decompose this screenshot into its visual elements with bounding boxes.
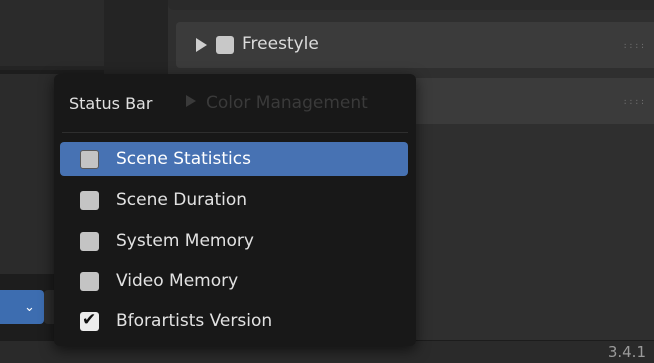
panel-label: Freestyle xyxy=(242,34,319,54)
menu-item-scene-statistics[interactable]: Scene Statistics xyxy=(60,142,408,176)
drag-grip-icon[interactable]: :::: xyxy=(623,41,646,50)
bforartists-version-checkbox[interactable]: ✔ xyxy=(80,310,99,331)
editor-type-dropdown[interactable]: ⌄ xyxy=(0,290,44,324)
menu-title: Status Bar xyxy=(69,94,153,113)
menu-item-label: Video Memory xyxy=(116,271,239,291)
freestyle-checkbox[interactable] xyxy=(216,36,234,54)
left-editor-header xyxy=(0,0,105,70)
divider xyxy=(0,66,104,70)
drag-grip-icon[interactable]: :::: xyxy=(623,97,646,106)
menu-separator xyxy=(62,132,408,133)
video-memory-checkbox[interactable] xyxy=(80,272,99,291)
menu-item-label: Scene Statistics xyxy=(116,149,251,169)
menu-item-video-memory[interactable]: Video Memory xyxy=(60,264,408,298)
version-label: 3.4.1 xyxy=(607,343,646,361)
expand-triangle-icon xyxy=(186,95,196,107)
menu-item-scene-duration[interactable]: Scene Duration xyxy=(60,183,408,217)
menu-item-label: System Memory xyxy=(116,231,254,251)
menu-item-system-memory[interactable]: System Memory xyxy=(60,224,408,258)
panel-edge xyxy=(168,0,654,10)
menu-item-label: Bforartists Version xyxy=(116,311,273,331)
menu-item-label: Scene Duration xyxy=(116,190,248,210)
panel-label-behind: Color Management xyxy=(186,93,368,113)
menu-item-bforartists-version[interactable]: ✔ Bforartists Version xyxy=(60,304,408,338)
panel-freestyle[interactable]: Freestyle :::: xyxy=(176,22,654,68)
chevron-down-icon: ⌄ xyxy=(24,300,35,315)
scene-statistics-checkbox[interactable] xyxy=(80,150,99,169)
app-window: Freestyle :::: :::: ⌄ 3.4.1 Status Bar C… xyxy=(0,0,654,363)
expand-triangle-icon[interactable] xyxy=(196,38,207,52)
status-bar-context-menu: Status Bar Color Management Scene Statis… xyxy=(54,74,416,346)
system-memory-checkbox[interactable] xyxy=(80,232,99,251)
checkmark-icon: ✔ xyxy=(82,310,97,330)
scene-duration-checkbox[interactable] xyxy=(80,191,99,210)
